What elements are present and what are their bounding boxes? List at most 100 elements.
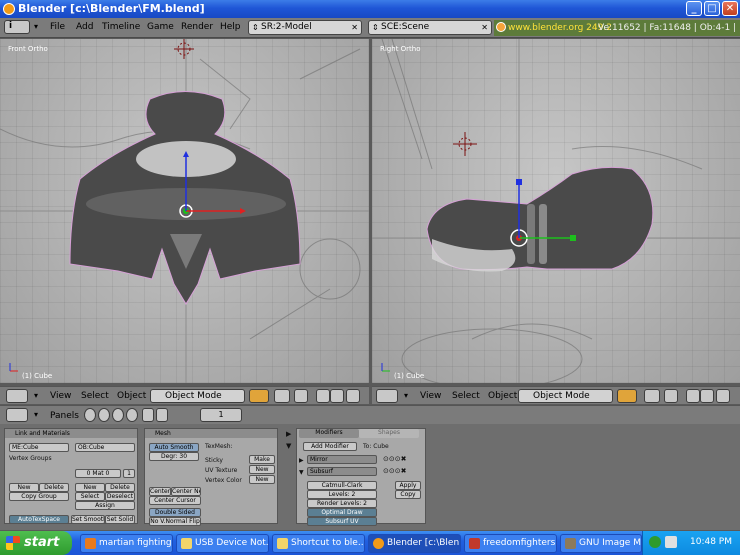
object-name-field[interactable]: OB:Cube bbox=[75, 443, 135, 452]
mirror-modifier-header[interactable]: Mirror bbox=[307, 455, 377, 464]
widget-icon-right[interactable] bbox=[664, 389, 678, 403]
scene-selector[interactable]: ⇕ SCE:Scene ✕ bbox=[368, 20, 492, 35]
minimize-button[interactable]: _ bbox=[686, 1, 702, 16]
no-vnormal-flip-toggle[interactable]: No V.Normal Flip bbox=[149, 517, 201, 526]
subsurf-modifier-header[interactable]: Subsurf bbox=[307, 467, 377, 476]
draw-type-icon-right[interactable] bbox=[617, 389, 637, 403]
subsurf-controls-icons[interactable]: ⊙⊙⊙✖ bbox=[383, 467, 406, 475]
pivot-icon-right[interactable] bbox=[644, 389, 660, 403]
panel-arrow-down-icon[interactable]: ▼ bbox=[286, 442, 291, 450]
mat-assign-button[interactable]: Assign bbox=[75, 501, 135, 510]
screen-delete-icon[interactable]: ✕ bbox=[351, 21, 358, 34]
translate-icon[interactable] bbox=[330, 389, 344, 403]
maximize-button[interactable]: □ bbox=[704, 1, 720, 16]
viewport-front-ortho[interactable]: Front Ortho (1) Cube bbox=[0, 39, 369, 383]
menu-file[interactable]: File bbox=[50, 22, 65, 32]
widget-icon[interactable] bbox=[294, 389, 308, 403]
menu-view-left[interactable]: View bbox=[50, 391, 71, 401]
logic-icon[interactable] bbox=[84, 408, 96, 422]
translate-icon-right[interactable] bbox=[700, 389, 714, 403]
collapse-header-icon[interactable]: ▾ bbox=[34, 391, 38, 400]
material-count[interactable]: 1 bbox=[123, 469, 135, 478]
menu-object-right[interactable]: Object bbox=[488, 391, 517, 401]
rotate-icon[interactable] bbox=[346, 389, 360, 403]
panels-label[interactable]: Panels bbox=[50, 411, 79, 421]
screen-selector[interactable]: ⇕ SR:2-Model ✕ bbox=[248, 20, 362, 35]
menu-select-right[interactable]: Select bbox=[452, 391, 480, 401]
task-martian-fighting[interactable]: martian fighting... bbox=[80, 534, 173, 553]
window-type-buttons-icon[interactable] bbox=[6, 408, 28, 422]
close-button[interactable]: ✕ bbox=[722, 1, 738, 16]
frame-number-field[interactable]: 1 bbox=[200, 408, 242, 422]
task-blender[interactable]: Blender [c:\Blen... bbox=[368, 534, 461, 553]
subsurf-uv-toggle[interactable]: Subsurf UV bbox=[307, 517, 377, 526]
menu-render[interactable]: Render bbox=[181, 22, 213, 32]
mat-deselect-button[interactable]: Deselect bbox=[105, 492, 135, 501]
sticky-make-button[interactable]: Make bbox=[249, 455, 275, 464]
3d-cursor-icon[interactable] bbox=[174, 39, 194, 59]
optimal-draw-toggle[interactable]: Optimal Draw bbox=[307, 508, 377, 517]
mode-dropdown-right[interactable]: Object Mode bbox=[518, 389, 613, 403]
vertex-color-new-button[interactable]: New bbox=[249, 475, 275, 484]
window-type-3dview-icon-right[interactable] bbox=[376, 389, 398, 403]
center-cursor-button[interactable]: Center Cursor bbox=[149, 496, 201, 505]
tray-volume-icon[interactable] bbox=[665, 536, 677, 548]
shading-icon[interactable] bbox=[112, 408, 124, 422]
pivot-icon[interactable] bbox=[274, 389, 290, 403]
apply-modifier-button[interactable]: Apply bbox=[395, 481, 421, 490]
mat-delete-button[interactable]: Delete bbox=[105, 483, 135, 492]
mesh-datablock-field[interactable]: ME:Cube bbox=[9, 443, 69, 452]
collapse-buttons-header-icon[interactable]: ▾ bbox=[34, 410, 38, 419]
collapse-menu-icon[interactable]: ▾ bbox=[34, 22, 38, 31]
task-gimp[interactable]: GNU Image Man... bbox=[560, 534, 642, 553]
vgroup-delete-button[interactable]: Delete bbox=[39, 483, 69, 492]
task-freedomfighters[interactable]: freedomfighters... bbox=[464, 534, 557, 553]
double-sided-toggle[interactable]: Double Sided bbox=[149, 508, 201, 517]
mode-dropdown-left[interactable]: Object Mode bbox=[150, 389, 245, 403]
mirror-controls-icons[interactable]: ⊙⊙⊙✖ bbox=[383, 455, 406, 463]
set-solid-button[interactable]: Set Solid bbox=[105, 515, 135, 524]
subsurf-expand-icon[interactable]: ▼ bbox=[299, 469, 304, 476]
editing-icon[interactable] bbox=[142, 408, 154, 422]
uv-texture-new-button[interactable]: New bbox=[249, 465, 275, 474]
menu-object-left[interactable]: Object bbox=[117, 391, 146, 401]
degr-field[interactable]: Degr: 30 bbox=[149, 452, 199, 461]
auto-smooth-toggle[interactable]: Auto Smooth bbox=[149, 443, 199, 452]
levels-field[interactable]: Levels: 2 bbox=[307, 490, 377, 499]
info-window-type-icon[interactable]: i bbox=[4, 20, 30, 34]
start-button[interactable]: start bbox=[0, 531, 72, 555]
menu-view-right[interactable]: View bbox=[420, 391, 441, 401]
draw-type-icon[interactable] bbox=[249, 389, 269, 403]
script-icon[interactable] bbox=[98, 408, 110, 422]
task-shortcut[interactable]: Shortcut to ble... bbox=[272, 534, 365, 553]
autotexspace-toggle[interactable]: AutoTexSpace bbox=[9, 515, 69, 524]
mirror-expand-icon[interactable]: ▶ bbox=[299, 457, 304, 464]
menu-help[interactable]: Help bbox=[220, 22, 241, 32]
scene-icon[interactable] bbox=[156, 408, 168, 422]
tab-modifiers[interactable]: Modifiers bbox=[299, 429, 359, 438]
vgroup-new-button[interactable]: New bbox=[9, 483, 39, 492]
add-modifier-dropdown[interactable]: Add Modifier bbox=[303, 442, 357, 451]
mat-new-button[interactable]: New bbox=[75, 483, 105, 492]
menu-select-left[interactable]: Select bbox=[81, 391, 109, 401]
center-new-button[interactable]: Center New bbox=[171, 487, 201, 496]
subsurf-type-dropdown[interactable]: Catmull-Clark bbox=[307, 481, 377, 490]
tray-network-icon[interactable] bbox=[649, 536, 661, 548]
panel-title-link[interactable]: Link and Materials bbox=[5, 429, 137, 438]
mat-select-button[interactable]: Select bbox=[75, 492, 105, 501]
scene-browse-icon[interactable]: ⇕ bbox=[372, 21, 379, 34]
3d-cursor-icon-right[interactable] bbox=[453, 132, 477, 156]
viewport-right-ortho[interactable]: Right Ortho (1) Cube bbox=[372, 39, 740, 383]
collapse-header-icon-right[interactable]: ▾ bbox=[404, 391, 408, 400]
panel-title-mesh[interactable]: Mesh bbox=[145, 429, 277, 438]
copy-modifier-button[interactable]: Copy bbox=[395, 490, 421, 499]
hand-icon-right[interactable] bbox=[686, 389, 700, 403]
render-levels-field[interactable]: Render Levels: 2 bbox=[307, 499, 377, 508]
screen-browse-icon[interactable]: ⇕ bbox=[252, 21, 259, 34]
menu-game[interactable]: Game bbox=[147, 22, 174, 32]
menu-add[interactable]: Add bbox=[76, 22, 93, 32]
task-usb-device[interactable]: USB Device Not... bbox=[176, 534, 269, 553]
hand-icon[interactable] bbox=[316, 389, 330, 403]
set-smooth-button[interactable]: Set Smooth bbox=[71, 515, 105, 524]
panel-arrow-right-icon[interactable]: ▶ bbox=[286, 430, 291, 438]
